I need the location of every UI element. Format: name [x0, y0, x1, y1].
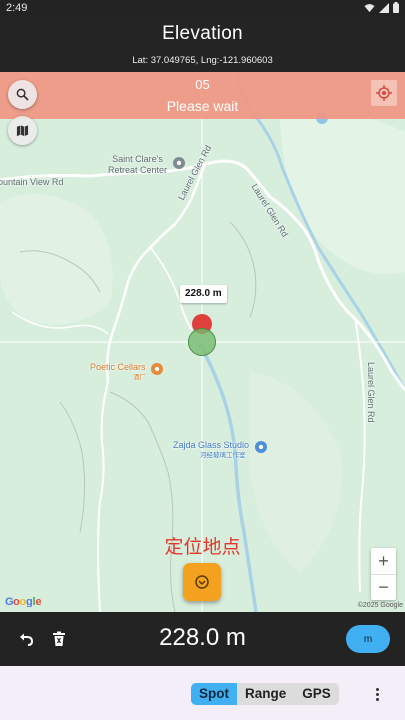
map-label-glass-studio-cn: 河经玻璃工作室: [200, 452, 246, 459]
crosshair-icon: [195, 575, 209, 589]
coordinates-label: Lat: 37.049765, Lng:-121.960603: [132, 55, 273, 66]
map-copyright: ©2025 Google: [357, 602, 403, 609]
zoom-control: + −: [371, 548, 396, 600]
search-icon: [16, 88, 29, 101]
search-button[interactable]: [8, 80, 37, 109]
zoom-out-button[interactable]: −: [371, 574, 396, 600]
status-bar: 2:49: [0, 0, 405, 16]
loading-banner: 05 Please wait: [0, 72, 405, 119]
elevation-bar: 228.0 m m: [0, 612, 405, 666]
app-header: Elevation Lat: 37.049765, Lng:-121.96060…: [0, 16, 405, 72]
map-label-poetic-cellars[interactable]: Poetic Cellars: [90, 362, 146, 373]
elevation-value: 228.0 m: [159, 624, 246, 651]
zoom-in-button[interactable]: +: [371, 548, 396, 574]
location-caption: 定位地点: [164, 537, 241, 558]
loading-counter: 05: [195, 77, 210, 92]
map-type-button[interactable]: [8, 116, 37, 145]
tab-range[interactable]: Range: [237, 683, 294, 705]
map-label-laurel-glen-rd-3: Laurel Glen Rd: [366, 362, 376, 423]
map-label-poetic-cellars-cn: 酒厂: [133, 374, 146, 381]
tab-spot[interactable]: Spot: [191, 683, 237, 705]
wifi-icon: [364, 3, 375, 12]
tab-gps[interactable]: GPS: [294, 683, 339, 705]
mode-nav: Spot Range GPS: [0, 666, 405, 720]
more-vert-icon[interactable]: [370, 684, 384, 704]
status-icons: [364, 2, 399, 13]
battery-icon: [393, 2, 399, 13]
locate-point-button[interactable]: [183, 563, 221, 601]
my-location-button[interactable]: [371, 80, 397, 106]
map-label-mountain-view-rd: ountain View Rd: [0, 177, 64, 187]
map-icon: [16, 125, 29, 137]
app-title: Elevation: [162, 23, 243, 44]
elevation-bubble: 228.0 m: [180, 285, 227, 303]
google-logo: G o o g l e: [5, 594, 43, 610]
google-logo-mark: G o o g l e: [5, 596, 42, 608]
loading-message: Please wait: [166, 98, 239, 114]
my-location-icon: [376, 85, 392, 101]
mode-segmented-control: Spot Range GPS: [191, 683, 339, 705]
unit-toggle-button[interactable]: m: [346, 625, 390, 653]
map-view[interactable]: 05 Please wait Saint Clare's Retreat Cen…: [0, 72, 405, 612]
status-time: 2:49: [6, 2, 28, 14]
selected-point-marker: [188, 328, 216, 356]
map-label-retreat-center[interactable]: Saint Clare's Retreat Center: [108, 154, 167, 176]
svg-text:e: e: [36, 596, 42, 607]
signal-icon: [379, 2, 389, 13]
map-label-glass-studio[interactable]: Zajda Glass Studio: [173, 440, 249, 451]
